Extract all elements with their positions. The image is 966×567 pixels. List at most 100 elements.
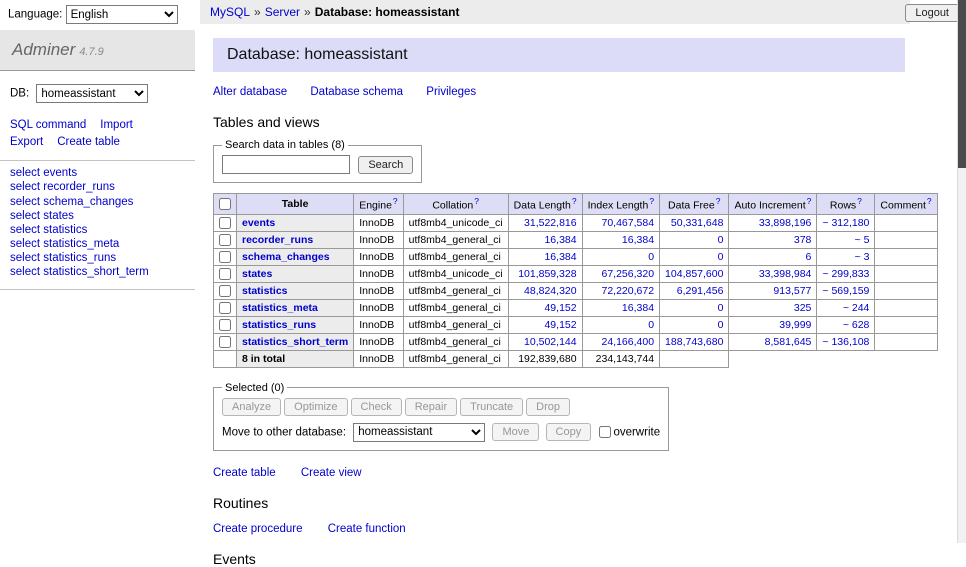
search-input[interactable] <box>222 155 350 174</box>
data-length-link[interactable]: 10,502,144 <box>524 336 577 348</box>
table-name-link[interactable]: statistics <box>242 285 288 297</box>
data-length-link[interactable]: 101,859,328 <box>518 268 576 280</box>
table-name-link[interactable]: statistics_meta <box>242 302 318 314</box>
data-free-link[interactable]: 188,743,680 <box>665 336 723 348</box>
table-name-link[interactable]: states <box>242 268 272 280</box>
data-free-link[interactable]: 50,331,648 <box>671 217 724 229</box>
bulk-action-button[interactable]: Repair <box>405 398 457 416</box>
row-checkbox[interactable] <box>219 234 231 246</box>
auto-increment-link[interactable]: 6 <box>806 251 812 263</box>
help-link[interactable]: ? <box>393 196 398 206</box>
rows-count-link[interactable]: ~ 569,159 <box>822 285 869 297</box>
sidebar-select-link[interactable]: select <box>10 181 40 193</box>
table-name-link[interactable]: schema_changes <box>242 251 330 263</box>
sidebar-select-link[interactable]: select <box>10 266 40 278</box>
scrollbar-thumb[interactable] <box>958 0 966 168</box>
export-link[interactable]: Export <box>10 136 43 148</box>
table-name-link[interactable]: events <box>242 217 275 229</box>
sidebar-table-link[interactable]: statistics <box>43 224 87 236</box>
data-length-link[interactable]: 49,152 <box>544 319 576 331</box>
rows-count-link[interactable]: ~ 3 <box>855 251 870 263</box>
sidebar-table-link[interactable]: states <box>43 210 74 222</box>
data-length-link[interactable]: 49,152 <box>544 302 576 314</box>
rows-count-link[interactable]: ~ 5 <box>855 234 870 246</box>
data-free-link[interactable]: 0 <box>718 302 724 314</box>
privileges-link[interactable]: Privileges <box>426 86 476 98</box>
logout-button[interactable]: Logout <box>905 4 959 22</box>
create-view-link[interactable]: Create view <box>301 467 362 479</box>
sidebar-table-link[interactable]: events <box>43 167 77 179</box>
select-all-checkbox[interactable] <box>219 198 231 210</box>
move-db-select[interactable]: homeassistant <box>353 423 485 442</box>
auto-increment-link[interactable]: 913,577 <box>773 285 811 297</box>
rows-count-link[interactable]: ~ 244 <box>843 302 870 314</box>
overwrite-checkbox[interactable] <box>599 426 611 438</box>
table-name-link[interactable]: statistics_runs <box>242 319 316 331</box>
data-length-link[interactable]: 48,824,320 <box>524 285 577 297</box>
search-button[interactable]: Search <box>358 156 413 174</box>
sidebar-table-link[interactable]: statistics_meta <box>43 238 119 250</box>
copy-button[interactable]: Copy <box>546 423 592 441</box>
sidebar-select-link[interactable]: select <box>10 210 40 222</box>
scrollbar[interactable] <box>957 0 966 543</box>
database-schema-link[interactable]: Database schema <box>310 86 403 98</box>
index-length-link[interactable]: 0 <box>648 251 654 263</box>
create-function-link[interactable]: Create function <box>328 523 406 535</box>
create-procedure-link[interactable]: Create procedure <box>213 523 303 535</box>
bulk-action-button[interactable]: Check <box>351 398 402 416</box>
row-checkbox[interactable] <box>219 319 231 331</box>
help-link[interactable]: ? <box>716 196 721 206</box>
sidebar-table-link[interactable]: statistics_runs <box>43 252 116 264</box>
row-checkbox[interactable] <box>219 268 231 280</box>
breadcrumb-server-link[interactable]: Server <box>265 5 300 19</box>
table-name-link[interactable]: statistics_short_term <box>242 336 348 348</box>
sidebar-table-link[interactable]: schema_changes <box>43 196 133 208</box>
sidebar-select-link[interactable]: select <box>10 196 40 208</box>
move-button[interactable]: Move <box>492 423 539 441</box>
sidebar-select-link[interactable]: select <box>10 224 40 236</box>
language-select[interactable]: English <box>66 5 178 24</box>
index-length-link[interactable]: 0 <box>648 319 654 331</box>
index-length-link[interactable]: 24,166,400 <box>601 336 654 348</box>
help-link[interactable]: ? <box>474 196 479 206</box>
data-free-link[interactable]: 6,291,456 <box>677 285 724 297</box>
sidebar-select-link[interactable]: select <box>10 252 40 264</box>
sidebar-select-link[interactable]: select <box>10 167 40 179</box>
db-select[interactable]: homeassistant <box>36 84 148 103</box>
alter-database-link[interactable]: Alter database <box>213 86 287 98</box>
data-free-link[interactable]: 0 <box>718 234 724 246</box>
table-name-link[interactable]: recorder_runs <box>242 234 313 246</box>
bulk-action-button[interactable]: Drop <box>526 398 570 416</box>
sidebar-table-link[interactable]: recorder_runs <box>43 181 115 193</box>
sidebar-table-link[interactable]: statistics_short_term <box>43 266 148 278</box>
rows-count-link[interactable]: ~ 299,833 <box>822 268 869 280</box>
sidebar-select-link[interactable]: select <box>10 238 40 250</box>
help-link[interactable]: ? <box>857 196 862 206</box>
auto-increment-link[interactable]: 33,398,984 <box>759 268 812 280</box>
create-table-link-sidebar[interactable]: Create table <box>57 136 120 148</box>
index-length-link[interactable]: 16,384 <box>622 234 654 246</box>
auto-increment-link[interactable]: 33,898,196 <box>759 217 812 229</box>
index-length-link[interactable]: 72,220,672 <box>601 285 654 297</box>
import-link[interactable]: Import <box>100 119 133 131</box>
auto-increment-link[interactable]: 378 <box>794 234 812 246</box>
index-length-link[interactable]: 70,467,584 <box>601 217 654 229</box>
row-checkbox[interactable] <box>219 302 231 314</box>
bulk-action-button[interactable]: Truncate <box>460 398 523 416</box>
help-link[interactable]: ? <box>927 196 932 206</box>
create-table-link[interactable]: Create table <box>213 467 276 479</box>
rows-count-link[interactable]: ~ 312,180 <box>822 217 869 229</box>
row-checkbox[interactable] <box>219 285 231 297</box>
help-link[interactable]: ? <box>572 196 577 206</box>
data-length-link[interactable]: 16,384 <box>544 234 576 246</box>
bulk-action-button[interactable]: Analyze <box>222 398 281 416</box>
index-length-link[interactable]: 16,384 <box>622 302 654 314</box>
help-link[interactable]: ? <box>649 196 654 206</box>
data-free-link[interactable]: 104,857,600 <box>665 268 723 280</box>
rows-count-link[interactable]: ~ 136,108 <box>822 336 869 348</box>
data-free-link[interactable]: 0 <box>718 251 724 263</box>
row-checkbox[interactable] <box>219 251 231 263</box>
data-length-link[interactable]: 31,522,816 <box>524 217 577 229</box>
data-free-link[interactable]: 0 <box>718 319 724 331</box>
auto-increment-link[interactable]: 8,581,645 <box>765 336 812 348</box>
